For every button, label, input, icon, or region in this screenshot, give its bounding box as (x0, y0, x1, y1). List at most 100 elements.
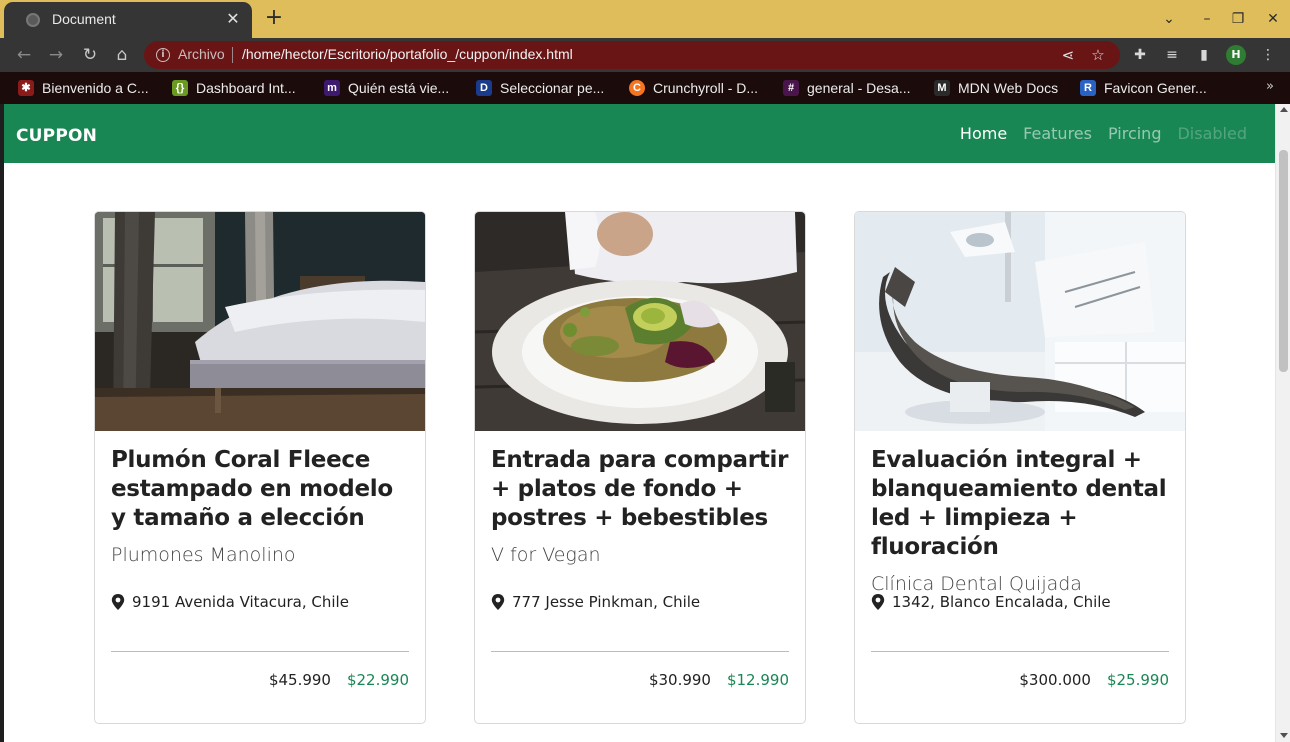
bookmark-label: MDN Web Docs (958, 80, 1059, 96)
bookmark-label: general - Desa... (807, 80, 911, 96)
deal-card[interactable]: Plumón Coral Fleece estampado en modelo … (94, 211, 426, 724)
card-title: Plumón Coral Fleece estampado en modelo … (111, 447, 393, 531)
bookmark-item[interactable]: # general - Desa... (783, 79, 911, 97)
reading-list-icon[interactable]: ≡ (1162, 45, 1182, 65)
card-location: 777 Jesse Pinkman, Chile (491, 593, 700, 611)
scrollbar-thumb[interactable] (1279, 150, 1288, 372)
tab-favicon-icon (26, 13, 40, 27)
address-scheme: Archivo (178, 46, 225, 62)
card-merchant: V for Vegan (491, 544, 601, 566)
bookmark-item[interactable]: ✱ Bienvenido a C... (18, 79, 149, 97)
nav-pricing[interactable]: Pircing (1100, 124, 1170, 143)
card-location: 9191 Avenida Vitacura, Chile (111, 593, 349, 611)
bookmark-item[interactable]: D Seleccionar pe... (476, 79, 604, 97)
location-text: 9191 Avenida Vitacura, Chile (132, 593, 349, 611)
salad-photo (475, 212, 805, 431)
card-body: Evaluación integral + blanqueamiento den… (871, 446, 1169, 595)
card-divider (871, 651, 1169, 652)
brand-logo[interactable]: CUPPON (16, 126, 97, 146)
discount-price: $22.990 (346, 671, 409, 689)
location-text: 1342, Blanco Encalada, Chile (892, 593, 1111, 611)
card-location: 1342, Blanco Encalada, Chile (871, 593, 1111, 611)
card-divider (111, 651, 409, 652)
reload-icon[interactable]: ↻ (78, 43, 102, 67)
card-prices: $30.990 $12.990 (649, 671, 789, 689)
bookmark-label: Bienvenido a C... (42, 80, 149, 96)
original-price: $300.000 (1019, 671, 1091, 689)
m-bookmark-icon: m (324, 80, 340, 96)
nav-features[interactable]: Features (1015, 124, 1100, 143)
card-merchant: Plumones Manolino (111, 544, 296, 566)
back-icon[interactable]: ← (12, 43, 36, 67)
more-bookmarks-icon[interactable]: » (1266, 79, 1274, 94)
scroll-up-icon[interactable] (1280, 107, 1288, 112)
bookmark-label: Favicon Gener... (1104, 80, 1207, 96)
nav-home[interactable]: Home (952, 124, 1015, 143)
bookmark-label: Quién está vie... (348, 80, 450, 96)
realfavicon-icon: R (1080, 80, 1096, 96)
nav-disabled: Disabled (1177, 124, 1247, 143)
site-info-icon[interactable]: i (156, 48, 170, 62)
close-tab-icon[interactable]: ✕ (222, 8, 244, 30)
card-body: Entrada para compartir + platos de fondo… (491, 446, 789, 566)
address-bar[interactable]: i Archivo /home/hector/Escritorio/portaf… (144, 41, 1120, 69)
nav-links: Home Features Pircing Disabled (952, 124, 1255, 143)
tab-strip: Document ✕ + ⌄ – ❐ ✕ (0, 0, 1290, 38)
address-divider (232, 47, 233, 63)
extensions-icon[interactable]: ✚ (1130, 45, 1150, 65)
location-pin-icon (491, 594, 505, 610)
restore-icon[interactable]: ❐ (1227, 8, 1249, 30)
bookmarks-bar: ✱ Bienvenido a C... {} Dashboard Int... … (0, 72, 1290, 104)
deal-card[interactable]: Entrada para compartir + platos de fondo… (474, 211, 806, 724)
bookmark-star-icon[interactable]: ☆ (1088, 45, 1108, 65)
address-url[interactable]: /home/hector/Escritorio/portafolio_/cupp… (242, 46, 573, 62)
location-text: 777 Jesse Pinkman, Chile (512, 593, 701, 611)
bookmark-label: Dashboard Int... (196, 80, 296, 96)
card-merchant: Clínica Dental Quijada (871, 573, 1082, 595)
red-bookmark-icon: ✱ (18, 80, 34, 96)
deal-card[interactable]: Evaluación integral + blanqueamiento den… (854, 211, 1186, 724)
tab-search-icon[interactable]: ⌄ (1158, 8, 1180, 30)
green-bookmark-icon: {} (172, 80, 188, 96)
bookmark-item[interactable]: {} Dashboard Int... (172, 79, 296, 97)
share-icon[interactable]: ⋖ (1058, 45, 1078, 65)
browser-tab[interactable]: Document ✕ (4, 2, 252, 38)
profile-avatar[interactable]: H (1226, 45, 1246, 65)
discount-price: $12.990 (726, 671, 789, 689)
location-pin-icon (111, 594, 125, 610)
card-title: Evaluación integral + blanqueamiento den… (871, 447, 1167, 560)
bedroom-photo (95, 212, 425, 431)
mdn-icon: M (934, 80, 950, 96)
page-scrollbar[interactable] (1275, 104, 1290, 742)
slack-icon: # (783, 80, 799, 96)
side-panel-icon[interactable]: ▮ (1194, 45, 1214, 65)
menu-kebab-icon[interactable]: ⋮ (1258, 45, 1278, 65)
disney-bookmark-icon: D (476, 80, 492, 96)
home-icon[interactable]: ⌂ (110, 43, 134, 67)
location-pin-icon (871, 594, 885, 610)
card-prices: $300.000 $25.990 (1019, 671, 1169, 689)
dental-chair-photo (855, 212, 1185, 431)
bookmark-item[interactable]: M MDN Web Docs (934, 79, 1058, 97)
page-viewport: CUPPON Home Features Pircing Disabled Pl… (4, 104, 1275, 742)
site-navbar: CUPPON Home Features Pircing Disabled (4, 104, 1275, 163)
minimize-icon[interactable]: – (1196, 8, 1218, 30)
card-divider (491, 651, 789, 652)
close-window-icon[interactable]: ✕ (1262, 8, 1284, 30)
new-tab-button[interactable]: + (262, 6, 286, 30)
bookmark-item[interactable]: C Crunchyroll - D... (629, 79, 758, 97)
original-price: $45.990 (268, 671, 331, 689)
crunchyroll-icon: C (629, 80, 645, 96)
card-title: Entrada para compartir + platos de fondo… (491, 447, 789, 531)
tab-title: Document (52, 11, 116, 27)
browser-toolbar: ← → ↻ ⌂ i Archivo /home/hector/Escritori… (0, 38, 1290, 72)
discount-price: $25.990 (1106, 671, 1169, 689)
card-body: Plumón Coral Fleece estampado en modelo … (111, 446, 409, 566)
scroll-down-icon[interactable] (1280, 733, 1288, 738)
bookmark-label: Crunchyroll - D... (653, 80, 759, 96)
card-prices: $45.990 $22.990 (269, 671, 409, 689)
bookmark-item[interactable]: R Favicon Gener... (1080, 79, 1207, 97)
bookmark-label: Seleccionar pe... (500, 80, 605, 96)
bookmark-item[interactable]: m Quién está vie... (324, 79, 449, 97)
forward-icon[interactable]: → (44, 43, 68, 67)
